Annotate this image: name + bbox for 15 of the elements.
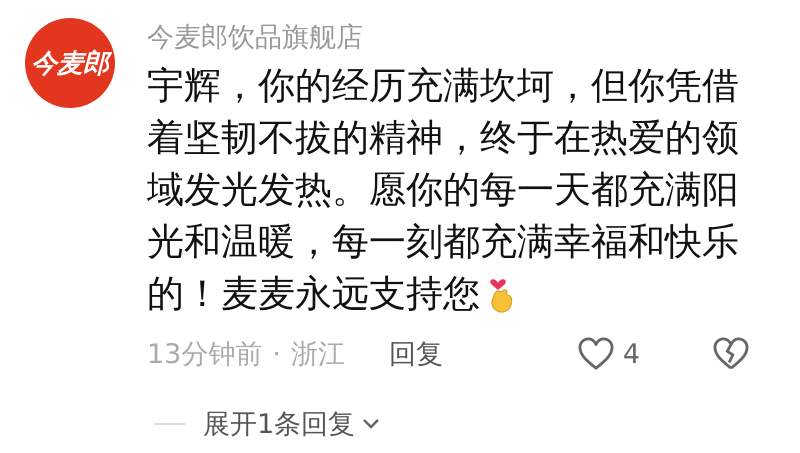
chevron-down-icon[interactable] (361, 417, 382, 431)
comment-text-line: 光和温暖，每一刻都充满幸福和快乐 (147, 219, 739, 265)
expand-replies-button[interactable]: 展开1条回复 (203, 406, 382, 442)
comment-location: 浙江 (290, 338, 345, 372)
reply-button[interactable]: 回复 (388, 336, 443, 372)
brand-logo[interactable]: 今麦郎 (25, 18, 115, 108)
like-count: 4 (622, 338, 640, 370)
comment-time: 13分钟前 (147, 338, 262, 372)
comment-text-line: 域发光发热。愿你的每一天都充满阳 (147, 167, 739, 213)
comment-text-line: 的！麦麦永远支持您 (147, 271, 480, 317)
like-icon[interactable] (576, 337, 615, 371)
comment-text-line: 着坚韧不拔的精神，终于在热爱的领 (147, 115, 739, 161)
separator-dot: · (272, 338, 281, 370)
broken-heart-icon[interactable] (712, 337, 750, 371)
comment-text-line: 宇辉，你的经历充满坎坷，但你凭借 (147, 63, 739, 109)
